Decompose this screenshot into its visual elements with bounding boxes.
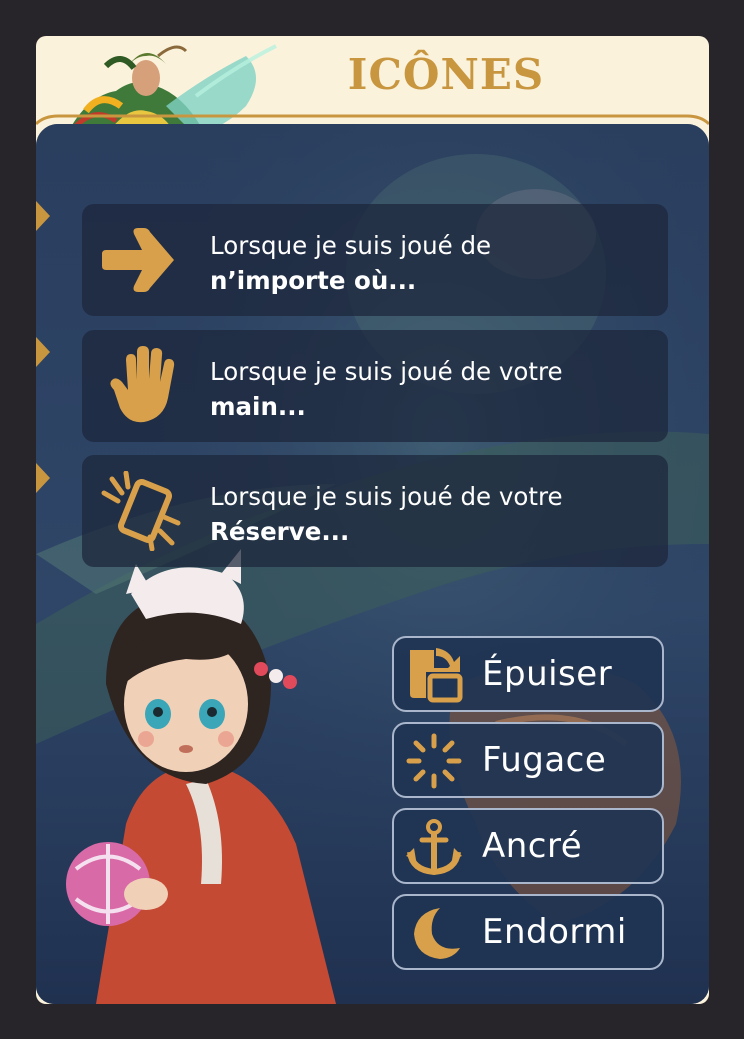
rule-played-from-reserve: Lorsque je suis joué de votre Réserve... [82,455,668,567]
side-marker [36,337,50,367]
reserve-card-icon [101,471,181,551]
rule-text: Lorsque je suis joué de [210,231,492,260]
rule-text: Lorsque je suis joué de votre [210,482,563,511]
page-title: ICÔNES [347,50,545,99]
keyword-label: Fugace [482,740,607,780]
arrow-right-icon [102,228,174,292]
rule-text: Lorsque je suis joué de votre [210,357,563,386]
keyword-anchored: Ancré [392,808,664,884]
keyword-asleep: Endormi [392,894,664,970]
rule-played-anywhere: Lorsque je suis joué de n’importe où... [82,204,668,316]
rule-played-from-hand: Lorsque je suis joué de votre main... [82,330,668,442]
card-header: ICÔNES [36,36,709,136]
icon-reference-card: ICÔNES Lorsque je suis joué de n’importe… [36,36,709,1004]
rules-panel: Lorsque je suis joué de n’importe où... … [36,124,709,1004]
rule-keyword: n’importe où... [210,266,417,295]
side-marker [36,463,50,493]
anchor-icon [406,819,462,876]
exhaust-icon [410,648,463,703]
side-marker [36,201,50,231]
rule-keyword: main... [210,392,306,421]
keyword-label: Épuiser [482,654,613,694]
keyword-label: Ancré [482,826,583,866]
moon-icon [414,908,460,959]
ephemeral-icon [406,733,462,789]
hand-icon [110,346,175,423]
keyword-ephemeral: Fugace [392,722,664,798]
keyword-label: Endormi [482,912,627,952]
rule-keyword: Réserve... [210,517,350,546]
keyword-exhaust: Épuiser [392,636,664,712]
